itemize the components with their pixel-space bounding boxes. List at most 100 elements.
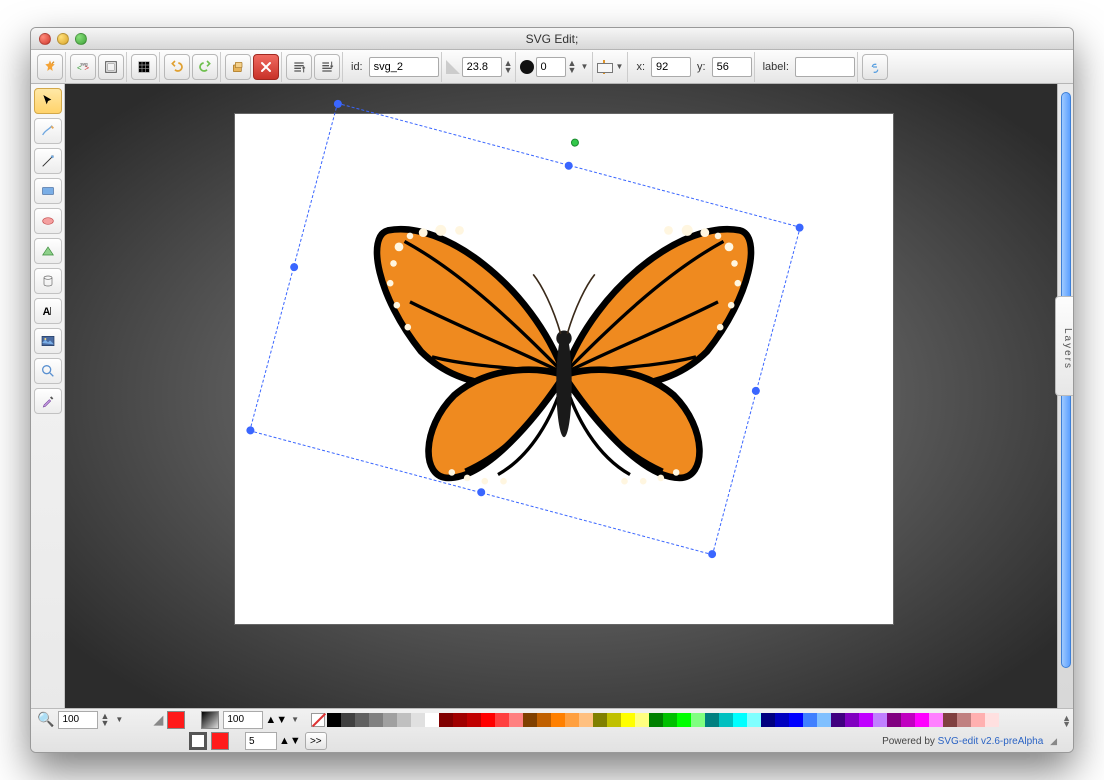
stroke-gradient-swatch[interactable] (201, 711, 219, 729)
y-input[interactable] (712, 57, 752, 77)
pencil-tool[interactable] (34, 118, 62, 144)
svg-edit-link[interactable]: SVG-edit v2.6-preAlpha (938, 736, 1044, 747)
palette-swatch[interactable] (425, 713, 439, 727)
shape-lib-tool[interactable] (34, 268, 62, 294)
x-input[interactable] (651, 57, 691, 77)
palette-swatch[interactable] (887, 713, 901, 727)
undo-button[interactable] (164, 54, 190, 80)
palette-swatch[interactable] (635, 713, 649, 727)
palette-swatch[interactable] (677, 713, 691, 727)
rotate-handle[interactable] (570, 138, 580, 148)
stroke-style-expand-button[interactable]: >> (305, 732, 327, 750)
align-dropdown[interactable]: ▼ (613, 62, 625, 72)
palette-swatch[interactable] (481, 713, 495, 727)
resize-handle-se[interactable] (707, 549, 717, 559)
palette-swatch[interactable] (565, 713, 579, 727)
palette-swatch[interactable] (467, 713, 481, 727)
opacity-input[interactable] (223, 711, 263, 729)
show-grid-button[interactable] (131, 54, 157, 80)
palette-swatch[interactable] (859, 713, 873, 727)
stroke-width-stepper[interactable]: ▲▼ (279, 735, 301, 747)
palette-swatch[interactable] (341, 713, 355, 727)
palette-swatch[interactable] (663, 713, 677, 727)
palette-swatch[interactable] (845, 713, 859, 727)
palette-scroll-down[interactable]: ▼ (1062, 719, 1071, 729)
palette-swatch[interactable] (733, 713, 747, 727)
palette-swatch[interactable] (775, 713, 789, 727)
palette-swatch[interactable] (691, 713, 705, 727)
text-tool[interactable]: A (34, 298, 62, 324)
palette-swatch[interactable] (327, 713, 341, 727)
link-button[interactable] (862, 54, 888, 80)
layers-panel-tab[interactable]: Layers (1055, 296, 1073, 396)
palette-swatch[interactable] (915, 713, 929, 727)
palette-swatch[interactable] (537, 713, 551, 727)
angle-input[interactable] (462, 57, 502, 77)
no-color-swatch[interactable] (311, 713, 325, 727)
palette-swatch[interactable] (607, 713, 621, 727)
palette-swatch[interactable] (873, 713, 887, 727)
eyedropper-tool[interactable] (34, 388, 62, 414)
palette-swatch[interactable] (593, 713, 607, 727)
blur-dropdown[interactable]: ▼ (578, 62, 590, 72)
resize-handle-ne[interactable] (795, 223, 805, 233)
palette-swatch[interactable] (397, 713, 411, 727)
palette-swatch[interactable] (453, 713, 467, 727)
rect-tool[interactable] (34, 178, 62, 204)
palette-swatch[interactable] (495, 713, 509, 727)
zoom-stepper[interactable]: ▲▼ (100, 713, 109, 727)
palette-swatch[interactable] (929, 713, 943, 727)
id-input[interactable] (369, 57, 439, 77)
palette-swatch[interactable] (369, 713, 383, 727)
palette-swatch[interactable] (649, 713, 663, 727)
redo-button[interactable] (192, 54, 218, 80)
stroke-width-input[interactable] (245, 732, 277, 750)
palette-swatch[interactable] (957, 713, 971, 727)
palette-swatch[interactable] (901, 713, 915, 727)
palette-swatch[interactable] (509, 713, 523, 727)
edit-source-button[interactable]: <>svg (70, 54, 96, 80)
wireframe-mode-button[interactable] (98, 54, 124, 80)
fill-color-swatch[interactable] (167, 711, 185, 729)
main-menu-button[interactable] (37, 54, 63, 80)
svg-canvas[interactable] (235, 114, 893, 624)
palette-swatch[interactable] (971, 713, 985, 727)
path-tool[interactable] (34, 238, 62, 264)
image-tool[interactable] (34, 328, 62, 354)
line-tool[interactable] (34, 148, 62, 174)
palette-swatch[interactable] (523, 713, 537, 727)
selection-box[interactable] (249, 103, 801, 556)
palette-swatch[interactable] (747, 713, 761, 727)
opacity-stepper[interactable]: ▲▼ (265, 714, 287, 726)
stroke-paint-swatch[interactable] (211, 732, 229, 750)
palette-swatch[interactable] (761, 713, 775, 727)
palette-swatch[interactable] (943, 713, 957, 727)
palette-swatch[interactable] (803, 713, 817, 727)
zoom-dropdown[interactable]: ▼ (113, 715, 125, 725)
stroke-color-swatch[interactable] (189, 732, 207, 750)
palette-swatch[interactable] (579, 713, 593, 727)
delete-button[interactable] (253, 54, 279, 80)
palette-swatch[interactable] (411, 713, 425, 727)
zoom-tool[interactable] (34, 358, 62, 384)
palette-swatch[interactable] (985, 713, 999, 727)
canvas-area[interactable] (65, 84, 1057, 708)
palette-swatch[interactable] (355, 713, 369, 727)
palette-swatch[interactable] (551, 713, 565, 727)
select-tool[interactable] (34, 88, 62, 114)
move-to-top-button[interactable] (286, 54, 312, 80)
label-input[interactable] (795, 57, 855, 77)
resize-handle-n[interactable] (564, 161, 574, 171)
palette-swatch[interactable] (705, 713, 719, 727)
zoom-input[interactable] (58, 711, 98, 729)
palette-swatch[interactable] (817, 713, 831, 727)
palette-swatch[interactable] (439, 713, 453, 727)
palette-swatch[interactable] (789, 713, 803, 727)
opacity-dropdown[interactable]: ▼ (289, 715, 301, 725)
resize-handle-sw[interactable] (246, 425, 256, 435)
resize-handle-w[interactable] (289, 262, 299, 272)
resize-handle-nw[interactable] (333, 99, 343, 109)
blur-input[interactable] (536, 57, 566, 77)
ellipse-tool[interactable] (34, 208, 62, 234)
angle-stepper[interactable]: ▲▼ (504, 60, 513, 74)
